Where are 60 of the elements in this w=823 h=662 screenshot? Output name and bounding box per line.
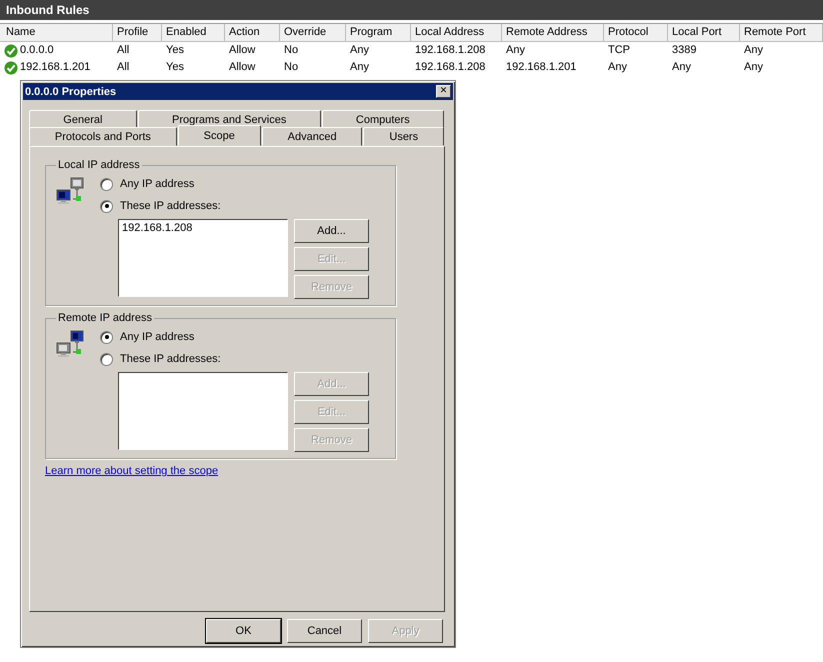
tab[interactable]: General	[29, 110, 137, 129]
table-cell-text: Yes	[166, 43, 184, 58]
tab[interactable]: Users	[363, 127, 444, 146]
table-cell-text: No	[284, 60, 298, 75]
close-button[interactable]: ✕	[436, 85, 451, 98]
radio-label[interactable]: Any IP address	[120, 178, 194, 190]
check-icon	[4, 60, 18, 74]
check-icon	[4, 44, 18, 58]
tab[interactable]: Advanced	[262, 127, 362, 146]
tab[interactable]: Computers	[322, 110, 444, 129]
tab[interactable]: Scope	[178, 125, 261, 146]
help-link[interactable]: Learn more about setting the scope	[45, 465, 218, 477]
column-header[interactable]: Remote Address	[502, 24, 604, 41]
column-header[interactable]: Remote Port	[740, 24, 823, 41]
dialog-button[interactable]: OK	[206, 619, 281, 643]
dialog-title: 0.0.0.0 Properties	[25, 86, 116, 98]
column-header[interactable]: Profile	[113, 24, 162, 41]
group-title: Remote IP address	[57, 312, 153, 324]
table-cell-text: Any	[350, 60, 369, 75]
column-header[interactable]: Override	[280, 24, 346, 41]
radio-button[interactable]	[100, 200, 113, 212]
table-cell-text: 0.0.0.0	[20, 43, 54, 58]
column-header[interactable]: Action	[225, 24, 280, 41]
table-cell-text: All	[117, 60, 130, 75]
table-cell-text: TCP	[608, 43, 630, 58]
radio-label[interactable]: Any IP address	[120, 331, 194, 343]
table-cell-text: 192.168.1.208	[415, 43, 486, 58]
group-title: Local IP address	[57, 159, 141, 171]
pane-title: Inbound Rules	[0, 0, 823, 23]
column-header[interactable]: Enabled	[162, 24, 225, 41]
table-cell-text: Any	[350, 43, 369, 58]
column-header[interactable]: Protocol	[604, 24, 668, 41]
table-cell-text: 192.168.1.208	[415, 60, 486, 75]
table-cell-text: All	[117, 43, 130, 58]
address-list[interactable]: 192.168.1.208	[118, 219, 288, 297]
table-cell-text: No	[284, 43, 298, 58]
radio-label[interactable]: These IP addresses:	[120, 200, 221, 212]
table-cell-text: Any	[744, 43, 763, 58]
column-header[interactable]: Local Address	[411, 24, 502, 41]
tab[interactable]: Protocols and Ports	[29, 127, 177, 146]
table-cell-text: 3389	[672, 43, 696, 58]
table-cell-text: Allow	[229, 43, 256, 58]
list-action-button[interactable]: Add...	[294, 219, 369, 243]
dialog-button[interactable]: Cancel	[287, 619, 362, 643]
radio-button[interactable]	[100, 352, 113, 366]
table-cell-text: Any	[506, 43, 525, 58]
radio-label[interactable]: These IP addresses:	[120, 353, 221, 365]
table-cell-text: Allow	[229, 60, 256, 75]
radio-button[interactable]	[100, 330, 113, 344]
table-cell-text: Yes	[166, 60, 184, 75]
table-cell-text: 192.168.1.201	[20, 60, 90, 75]
radio-button[interactable]	[100, 178, 113, 190]
table-cell-text: Any	[672, 60, 691, 75]
column-header[interactable]: Local Port	[668, 24, 740, 41]
table-cell-text: Any	[608, 60, 627, 75]
table-cell-text: Any	[744, 60, 763, 75]
table-cell-text: 192.168.1.201	[506, 60, 576, 75]
column-header[interactable]: Name	[0, 24, 113, 41]
list-item[interactable]: 192.168.1.208	[122, 222, 284, 234]
column-header[interactable]: Program	[346, 24, 411, 41]
